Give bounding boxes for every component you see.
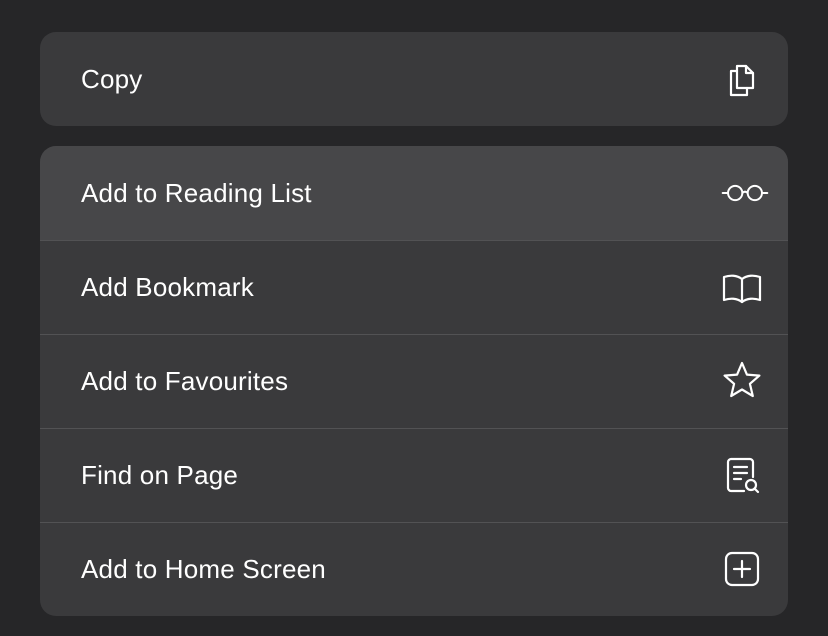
add-to-reading-list-item[interactable]: Add to Reading List (40, 146, 788, 240)
copy-menu-group: Copy (40, 32, 788, 126)
add-bookmark-label: Add Bookmark (81, 271, 254, 302)
plus-square-icon (720, 547, 764, 591)
find-on-page-label: Find on Page (81, 459, 239, 490)
star-icon (720, 359, 764, 403)
add-to-home-screen-item[interactable]: Add to Home Screen (40, 522, 788, 616)
book-icon (720, 265, 764, 309)
copy-label: Copy (81, 63, 143, 94)
actions-menu-group: Add to Reading List Add Bookmark Add to … (40, 146, 788, 616)
find-on-page-item[interactable]: Find on Page (40, 428, 788, 522)
add-to-reading-list-label: Add to Reading List (81, 177, 312, 208)
copy-icon (720, 57, 764, 101)
add-to-home-screen-label: Add to Home Screen (81, 553, 326, 584)
copy-menu-item[interactable]: Copy (40, 32, 788, 126)
add-to-favourites-label: Add to Favourites (81, 365, 289, 396)
find-document-icon (720, 453, 764, 497)
add-to-favourites-item[interactable]: Add to Favourites (40, 334, 788, 428)
glasses-icon (720, 171, 769, 215)
add-bookmark-item[interactable]: Add Bookmark (40, 240, 788, 334)
